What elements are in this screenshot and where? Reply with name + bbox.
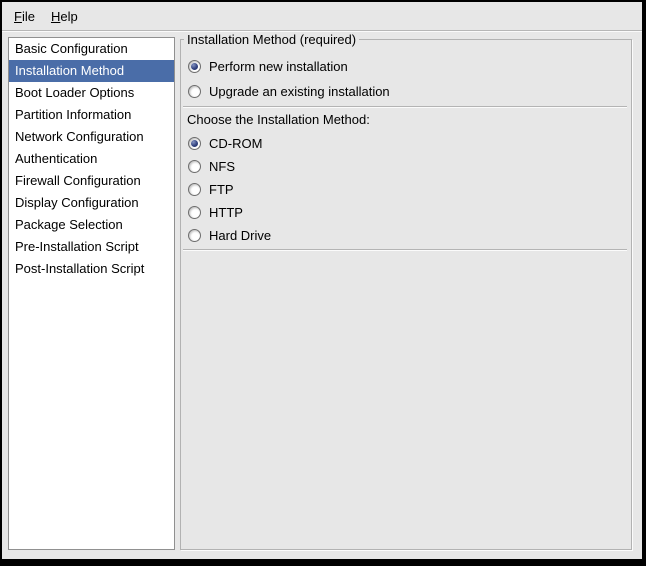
content-area: Basic Configuration Installation Method … xyxy=(2,31,642,559)
radio-label: Upgrade an existing installation xyxy=(209,84,390,99)
sidebar-item-basic-configuration[interactable]: Basic Configuration xyxy=(9,38,174,60)
sidebar-item-partition-information[interactable]: Partition Information xyxy=(9,104,174,126)
radio-ftp[interactable]: FTP xyxy=(181,178,631,201)
radio-perform-new-installation[interactable]: Perform new installation xyxy=(181,54,631,79)
sidebar-item-post-installation-script[interactable]: Post-Installation Script xyxy=(9,258,174,280)
menubar: File Help xyxy=(2,2,642,31)
radio-button-icon[interactable] xyxy=(188,137,201,150)
category-list: Basic Configuration Installation Method … xyxy=(8,37,175,550)
radio-label: Perform new installation xyxy=(209,59,348,74)
radio-hard-drive[interactable]: Hard Drive xyxy=(181,224,631,247)
radio-button-icon[interactable] xyxy=(188,85,201,98)
radio-label: Hard Drive xyxy=(209,228,271,243)
radio-label: FTP xyxy=(209,182,234,197)
sidebar-item-network-configuration[interactable]: Network Configuration xyxy=(9,126,174,148)
menu-help[interactable]: Help xyxy=(43,6,86,27)
sidebar-item-firewall-configuration[interactable]: Firewall Configuration xyxy=(9,170,174,192)
radio-label: HTTP xyxy=(209,205,243,220)
choose-method-label: Choose the Installation Method: xyxy=(181,108,631,132)
frame-body: Perform new installation Upgrade an exis… xyxy=(181,40,631,251)
sidebar-item-package-selection[interactable]: Package Selection xyxy=(9,214,174,236)
sidebar-item-authentication[interactable]: Authentication xyxy=(9,148,174,170)
radio-button-icon[interactable] xyxy=(188,206,201,219)
frame-title: Installation Method (required) xyxy=(184,32,359,47)
kickstart-configurator-window: File Help Basic Configuration Installati… xyxy=(0,0,646,566)
radio-http[interactable]: HTTP xyxy=(181,201,631,224)
radio-cdrom[interactable]: CD-ROM xyxy=(181,132,631,155)
radio-upgrade-existing-installation[interactable]: Upgrade an existing installation xyxy=(181,79,631,104)
radio-button-icon[interactable] xyxy=(188,183,201,196)
separator xyxy=(183,249,627,251)
menu-file[interactable]: File xyxy=(6,6,43,27)
sidebar-item-display-configuration[interactable]: Display Configuration xyxy=(9,192,174,214)
radio-button-icon[interactable] xyxy=(188,60,201,73)
installation-method-panel: Installation Method (required) Perform n… xyxy=(180,39,632,550)
radio-label: NFS xyxy=(209,159,235,174)
radio-button-icon[interactable] xyxy=(188,229,201,242)
radio-nfs[interactable]: NFS xyxy=(181,155,631,178)
sidebar-item-pre-installation-script[interactable]: Pre-Installation Script xyxy=(9,236,174,258)
sidebar-item-installation-method[interactable]: Installation Method xyxy=(9,60,174,82)
radio-label: CD-ROM xyxy=(209,136,262,151)
sidebar-item-boot-loader-options[interactable]: Boot Loader Options xyxy=(9,82,174,104)
radio-button-icon[interactable] xyxy=(188,160,201,173)
